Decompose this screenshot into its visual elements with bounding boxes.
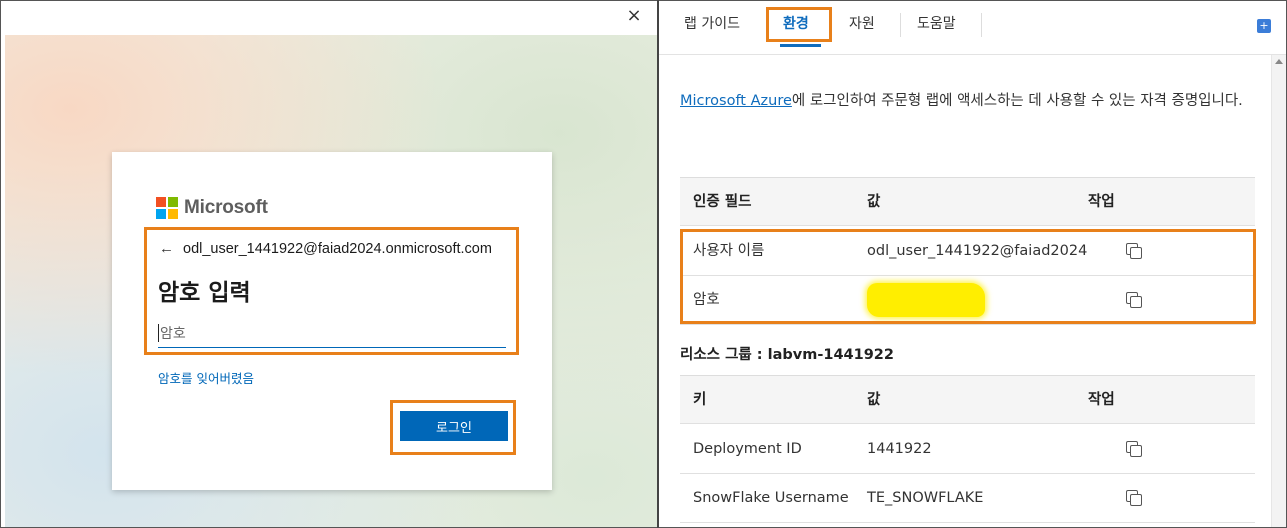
copy-icon[interactable]	[1126, 490, 1143, 507]
column-header: 값	[867, 194, 881, 210]
signin-card: Microsoft ← odl_user_1441922@faiad2024.o…	[112, 152, 552, 490]
table-row: 사용자 이름 odl_user_1441922@faiad2024	[680, 227, 1255, 276]
active-tab-indicator	[780, 44, 821, 47]
brand-name: Microsoft	[184, 197, 268, 218]
tab-separator	[981, 13, 982, 37]
tab-separator	[900, 13, 901, 37]
expand-panel-icon[interactable]: +	[1257, 19, 1271, 33]
field-label: 암호	[693, 292, 720, 308]
copy-icon[interactable]	[1126, 441, 1143, 458]
field-label: 사용자 이름	[693, 243, 765, 259]
back-arrow-icon[interactable]: ←	[159, 240, 174, 257]
field-label: Deployment ID	[693, 441, 802, 457]
scrollbar[interactable]	[1271, 55, 1286, 527]
close-icon[interactable]: ×	[625, 7, 643, 25]
column-header: 값	[867, 392, 881, 408]
intro-text: Microsoft Azure에 로그인하여 주문형 랩에 액세스하는 데 사용…	[680, 89, 1260, 113]
identity-email: odl_user_1441922@faiad2024.onmicrosoft.c…	[183, 240, 492, 257]
redacted-password	[867, 283, 985, 317]
field-value: TE_SNOWFLAKE	[867, 490, 984, 506]
azure-link[interactable]: Microsoft Azure	[680, 93, 792, 109]
tab-resources[interactable]: 자원	[849, 13, 875, 33]
field-value: 1441922	[867, 441, 932, 457]
tab-lab-guide[interactable]: 랩 가이드	[684, 13, 740, 33]
resource-group-label: 리소스 그룹 : labvm-1441922	[680, 347, 894, 363]
table-row: 암호	[680, 276, 1255, 325]
column-header: 인증 필드	[693, 194, 752, 210]
lab-environment-pane: 랩 가이드 환경 자원 도움말 + Microsoft Azure에 로그인하여…	[659, 1, 1286, 527]
field-label: SnowFlake Username	[693, 490, 849, 506]
tab-environment[interactable]: 환경	[783, 13, 809, 33]
column-header: 키	[693, 392, 707, 408]
tab-help[interactable]: 도움말	[917, 13, 956, 33]
table-header-row: 키 값 작업	[680, 375, 1255, 424]
table-row: SnowFlake Username TE_SNOWFLAKE	[680, 474, 1255, 523]
scroll-up-arrow-icon[interactable]	[1275, 59, 1283, 64]
microsoft-logo-icon	[156, 197, 178, 219]
microsoft-logo: Microsoft	[156, 197, 268, 219]
identity-row: ← odl_user_1441922@faiad2024.onmicrosoft…	[159, 240, 492, 257]
column-header: 작업	[1088, 194, 1115, 210]
intro-body: 에 로그인하여 주문형 랩에 액세스하는 데 사용할 수 있는 자격 증명입니다…	[791, 93, 1243, 109]
forgot-password-link[interactable]: 암호를 잊어버렸음	[158, 368, 254, 387]
copy-icon[interactable]	[1126, 292, 1143, 309]
password-input[interactable]	[158, 320, 506, 348]
tab-bar: 랩 가이드 환경 자원 도움말 +	[659, 1, 1286, 55]
table-row: Deployment ID 1441922	[680, 425, 1255, 474]
copy-icon[interactable]	[1126, 243, 1143, 260]
signin-pane: × Microsoft ← odl_user_1441922@faiad2024…	[1, 1, 657, 527]
table-header-row: 인증 필드 값 작업	[680, 177, 1255, 226]
text-caret	[158, 324, 159, 342]
signin-button[interactable]: 로그인	[400, 411, 508, 441]
column-header: 작업	[1088, 392, 1115, 408]
dialog-topbar: ×	[1, 1, 657, 35]
page-title: 암호 입력	[158, 280, 251, 306]
field-value: odl_user_1441922@faiad2024	[867, 243, 1088, 259]
